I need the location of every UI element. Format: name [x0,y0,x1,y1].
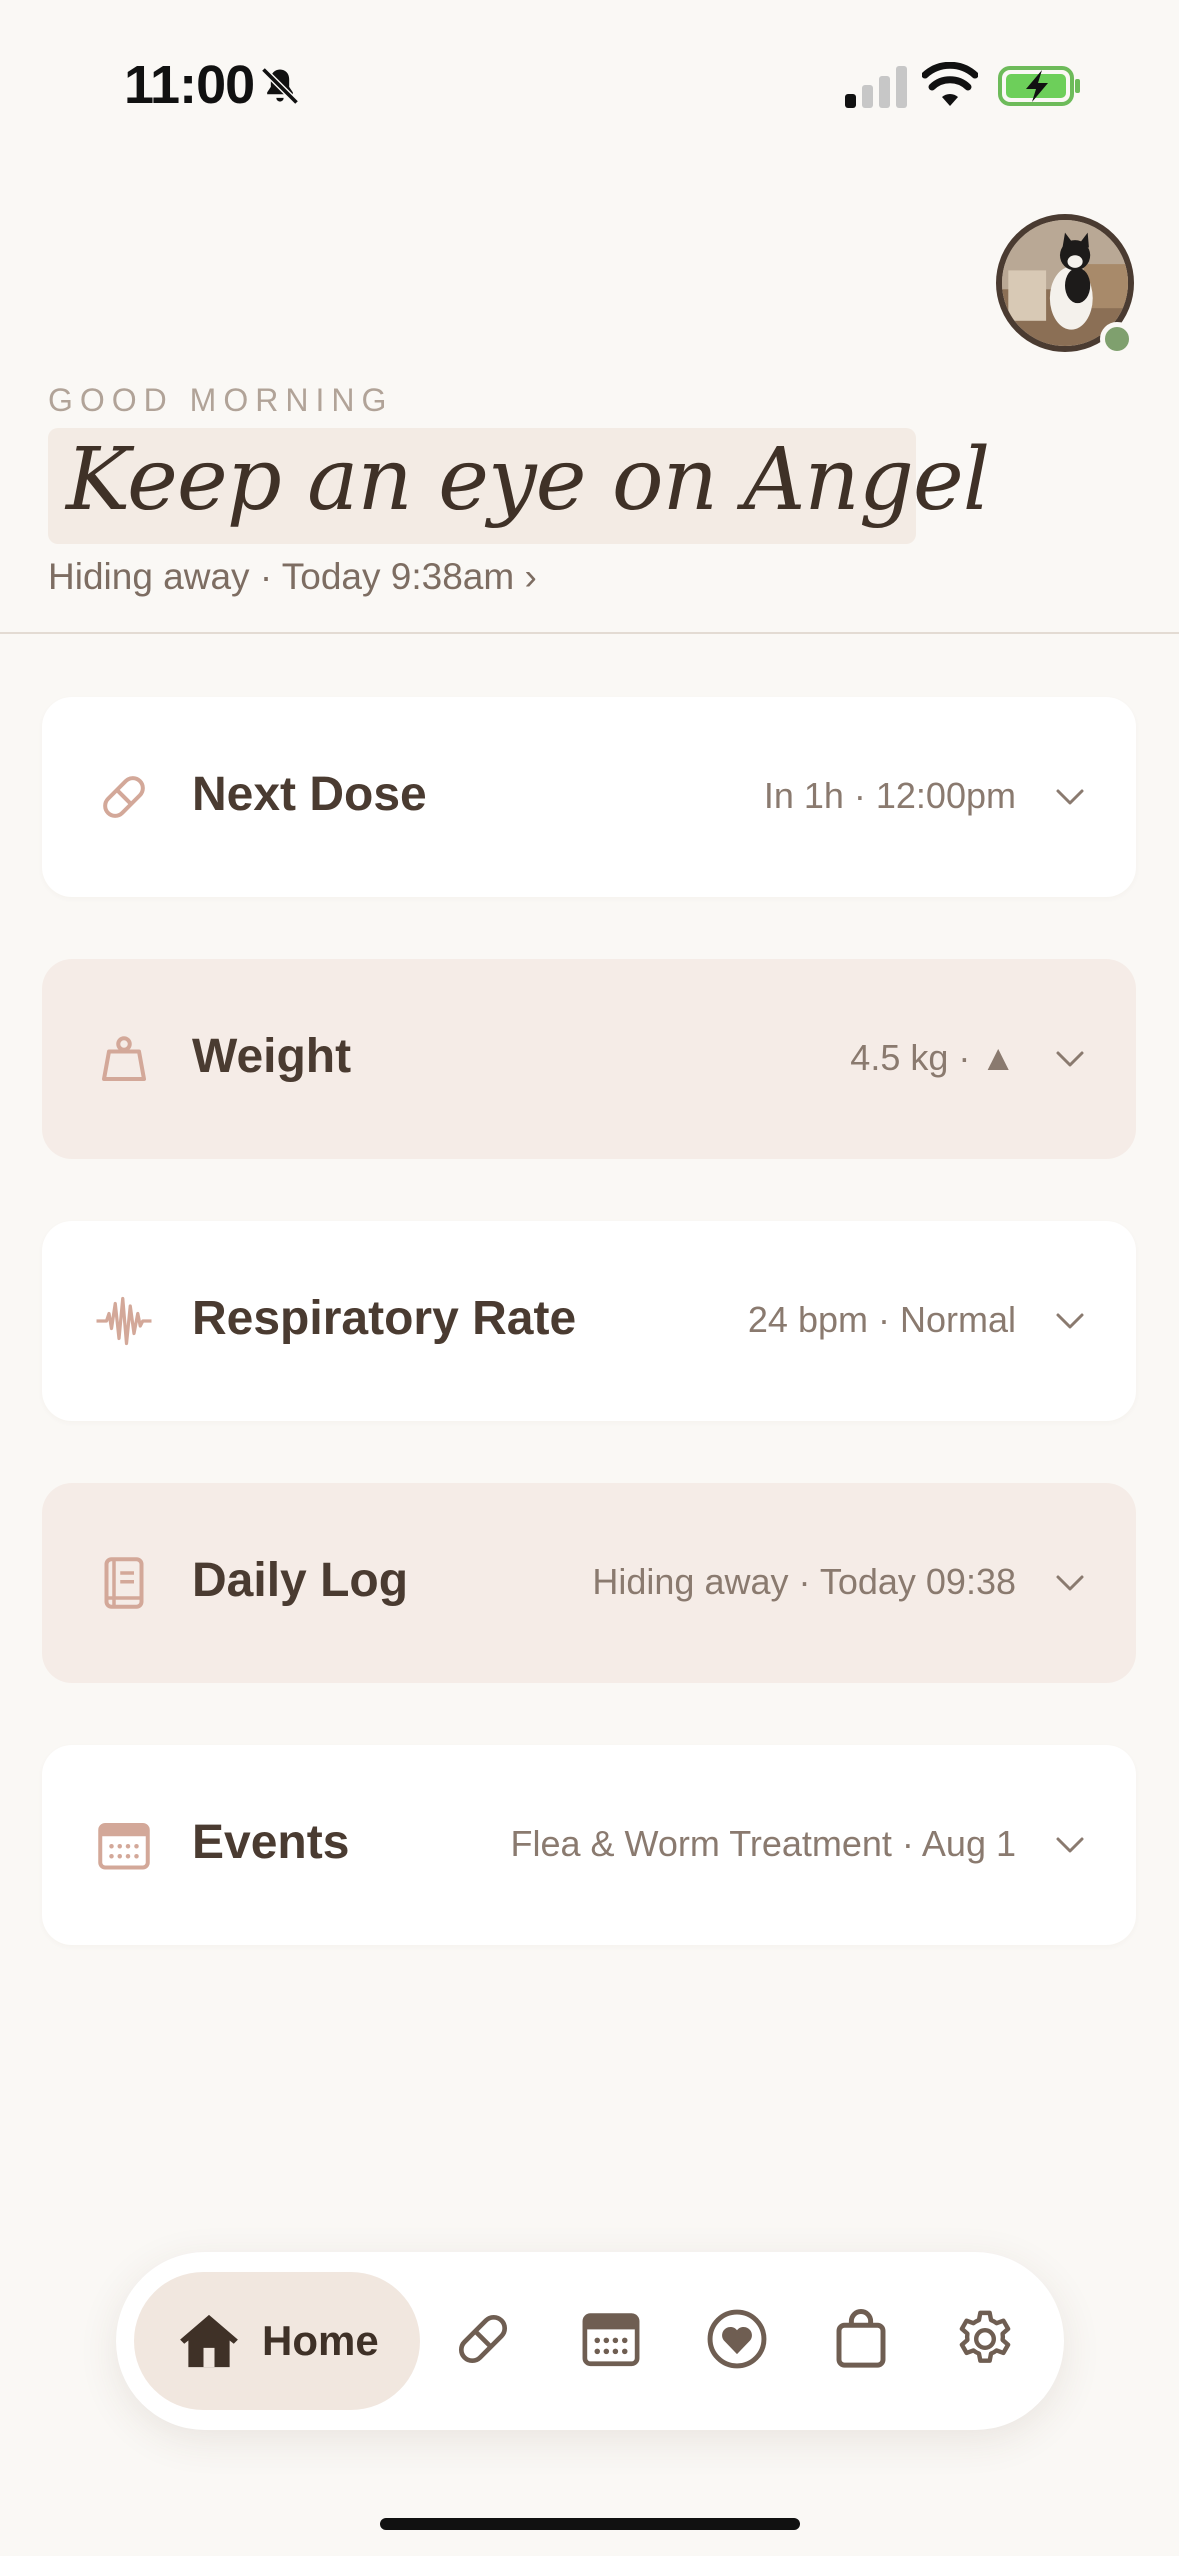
card-title: Weight [192,1030,352,1083]
status-time: 11:00 [124,55,255,115]
card-info: 24 bpm · Normal [747,1299,1016,1340]
chevron-down-icon[interactable] [1052,1305,1088,1337]
tab-home-label: Home [262,2317,379,2364]
card-info: Flea & Worm Treatment · Aug 1 [510,1823,1016,1864]
card-next-dose[interactable]: Next Dose In 1h · 12:00pm [42,697,1136,897]
bell-muted-icon [261,67,299,105]
wifi-icon [922,62,978,106]
status-link[interactable]: Hiding away · Today 9:38am › [48,556,537,598]
battery-charging-icon [998,66,1080,106]
tab-home[interactable]: Home [134,2272,420,2410]
card-title: Next Dose [192,768,427,821]
waveform-icon [96,1296,152,1346]
scale-icon [102,1036,146,1081]
tab-medication[interactable] [450,2306,516,2372]
chevron-down-icon[interactable] [1052,1829,1088,1861]
card-title: Daily Log [192,1554,409,1607]
card-info: Hiding away · Today 09:38 [592,1561,1016,1602]
card-info: In 1h · 12:00pm [763,775,1016,816]
tab-calendar[interactable] [578,2306,644,2372]
card-title: Events [192,1816,350,1869]
home-icon [180,2314,238,2368]
tab-settings[interactable] [952,2306,1018,2372]
tab-shop[interactable] [828,2306,894,2372]
card-info: 4.5 kg · ▲ [850,1037,1016,1078]
card-events[interactable]: Events Flea & Worm Treatment · Aug 1 [42,1745,1136,1945]
chevron-down-icon[interactable] [1052,1567,1088,1599]
pill-icon [103,776,145,818]
tab-health[interactable] [704,2306,770,2372]
calendar-icon [98,1823,150,1870]
online-status-dot [1100,322,1134,356]
card-respiratory-rate[interactable]: Respiratory Rate 24 bpm · Normal [42,1221,1136,1421]
bottom-tab-bar: Home [116,2252,1064,2430]
header-divider [0,632,1179,634]
home-indicator[interactable] [380,2518,800,2530]
greeting-label: GOOD MORNING [48,382,394,418]
cellular-signal-icon [845,66,907,108]
page-title: Keep an eye on Angel [66,430,990,530]
card-daily-log[interactable]: Daily Log Hiding away · Today 09:38 [42,1483,1136,1683]
book-icon [104,1557,144,1609]
chevron-down-icon[interactable] [1052,781,1088,813]
chevron-down-icon[interactable] [1052,1043,1088,1075]
card-title: Respiratory Rate [192,1292,577,1345]
status-bar: 11:00 [0,0,1179,140]
card-weight[interactable]: Weight 4.5 kg · ▲ [42,959,1136,1159]
